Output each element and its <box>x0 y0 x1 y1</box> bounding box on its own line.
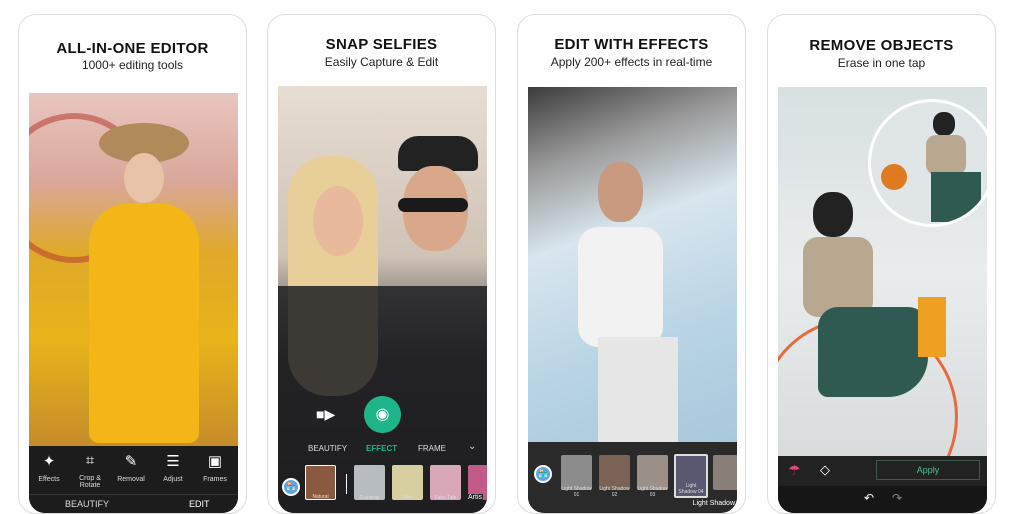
video-mode-icon[interactable]: ■▶ <box>316 406 335 423</box>
tab-beautify[interactable]: BEAUTIFY <box>308 444 347 453</box>
card-title: REMOVE OBJECTS <box>809 37 954 54</box>
tab-effect[interactable]: EFFECT <box>366 444 397 453</box>
phone-screen: ✦ Effects ⌗ Crop & Rotate ✎ Removal ☰ Adjust… <box>29 93 238 513</box>
card-title: EDIT WITH EFFECTS <box>554 36 709 53</box>
store-icon[interactable]: 🏪 <box>534 465 552 483</box>
filter-light-shadow-02[interactable]: Light Shadow 02 <box>599 455 630 498</box>
undo-icon[interactable]: ↶ <box>864 491 874 505</box>
tool-crop-rotate[interactable]: ⌗ Crop & Rotate <box>70 452 110 489</box>
eraser-icon[interactable]: ◇ <box>820 462 830 478</box>
tool-removal[interactable]: ✎ Removal <box>111 452 151 483</box>
photo-woman-yellow-dress <box>29 93 238 446</box>
card-subtitle: Apply 200+ effects in real-time <box>550 55 713 69</box>
filter-artis-label: Artis <box>467 494 483 502</box>
filter-light-shadow-01[interactable]: Light Shadow 01 <box>561 455 592 498</box>
card-subtitle: 1000+ editing tools <box>81 58 184 72</box>
tab-edit[interactable]: EDIT <box>189 499 210 509</box>
store-icon[interactable]: 🏪 <box>282 478 300 496</box>
tab-frame[interactable]: FRAME <box>418 444 446 453</box>
tab-beautify[interactable]: BEAUTIFY <box>65 499 109 509</box>
eraser-brush-icon: ✎ <box>124 453 138 470</box>
divider <box>346 474 347 494</box>
phone-screen: ■▶ ◉ BEAUTIFY EFFECT FRAME ⌄ 🏪 Natural R… <box>278 86 487 513</box>
card-edit-with-effects: EDIT WITH EFFECTS Apply 200+ effects in … <box>517 14 746 514</box>
card-all-in-one-editor: ALL-IN-ONE EDITOR 1000+ editing tools ✦ E… <box>18 14 247 514</box>
filter-light-shadow-04[interactable]: Light Shadow 04 <box>674 454 708 498</box>
magic-wand-icon: ✦ <box>42 453 56 470</box>
removal-toolbar: ☂ ◇ Apply <box>778 456 987 486</box>
filter-light-shadow-03[interactable]: Light Shadow 03 <box>637 455 668 498</box>
photo-woman-basketball <box>778 87 987 513</box>
filter-bar: 🏪 Light Shadow 01 Light Shadow 02 Light … <box>528 442 737 512</box>
card-remove-objects: REMOVE OBJECTS Erase in one tap ☂ ◇ Appl… <box>767 14 996 514</box>
tool-frames[interactable]: ▣ Frames <box>195 452 235 483</box>
phone-screen: 🏪 Light Shadow 01 Light Shadow 02 Light … <box>528 87 737 513</box>
card-subtitle: Easily Capture & Edit <box>324 55 439 69</box>
card-subtitle: Erase in one tap <box>837 56 926 70</box>
sliders-icon: ☰ <box>166 453 180 470</box>
filter-light-shadow-05-label: Light Shadow <box>691 500 736 508</box>
redo-icon[interactable]: ↷ <box>892 491 902 505</box>
brush-remove-icon[interactable]: ☂ <box>788 462 801 479</box>
filter-film[interactable]: Film <box>392 465 423 501</box>
edit-toolbar: ✦ Effects ⌗ Crop & Rotate ✎ Removal ☰ Adjust… <box>29 446 238 513</box>
tool-adjust[interactable]: ☰ Adjust <box>153 452 193 483</box>
history-bar: ↶ ↷ <box>778 486 987 513</box>
apply-button[interactable]: Apply <box>876 460 980 480</box>
card-title: ALL-IN-ONE EDITOR <box>56 40 209 57</box>
filter-light-shadow-05[interactable] <box>713 455 737 490</box>
camera-icon: ◉ <box>375 406 390 423</box>
crop-icon: ⌗ <box>85 452 95 469</box>
filter-fairy-tale[interactable]: Fairy Tale <box>430 465 461 501</box>
filter-natural[interactable]: Natural <box>305 465 336 500</box>
photo-man-sunglasses <box>528 87 737 442</box>
tool-effects[interactable]: ✦ Effects <box>29 452 69 483</box>
divider <box>29 494 238 495</box>
chevron-down-icon[interactable]: ⌄ <box>468 441 476 452</box>
magnifier-preview <box>868 99 987 227</box>
phone-screen: ☂ ◇ Apply ↶ ↷ <box>778 87 987 513</box>
card-snap-selfies: SNAP SELFIES Easily Capture & Edit ■▶ ◉ … <box>267 14 496 514</box>
frame-icon: ▣ <box>207 453 223 470</box>
card-title: SNAP SELFIES <box>325 36 438 53</box>
capture-camera-button[interactable]: ◉ <box>364 396 401 433</box>
filter-raindrop[interactable]: Raindrop <box>354 465 385 501</box>
